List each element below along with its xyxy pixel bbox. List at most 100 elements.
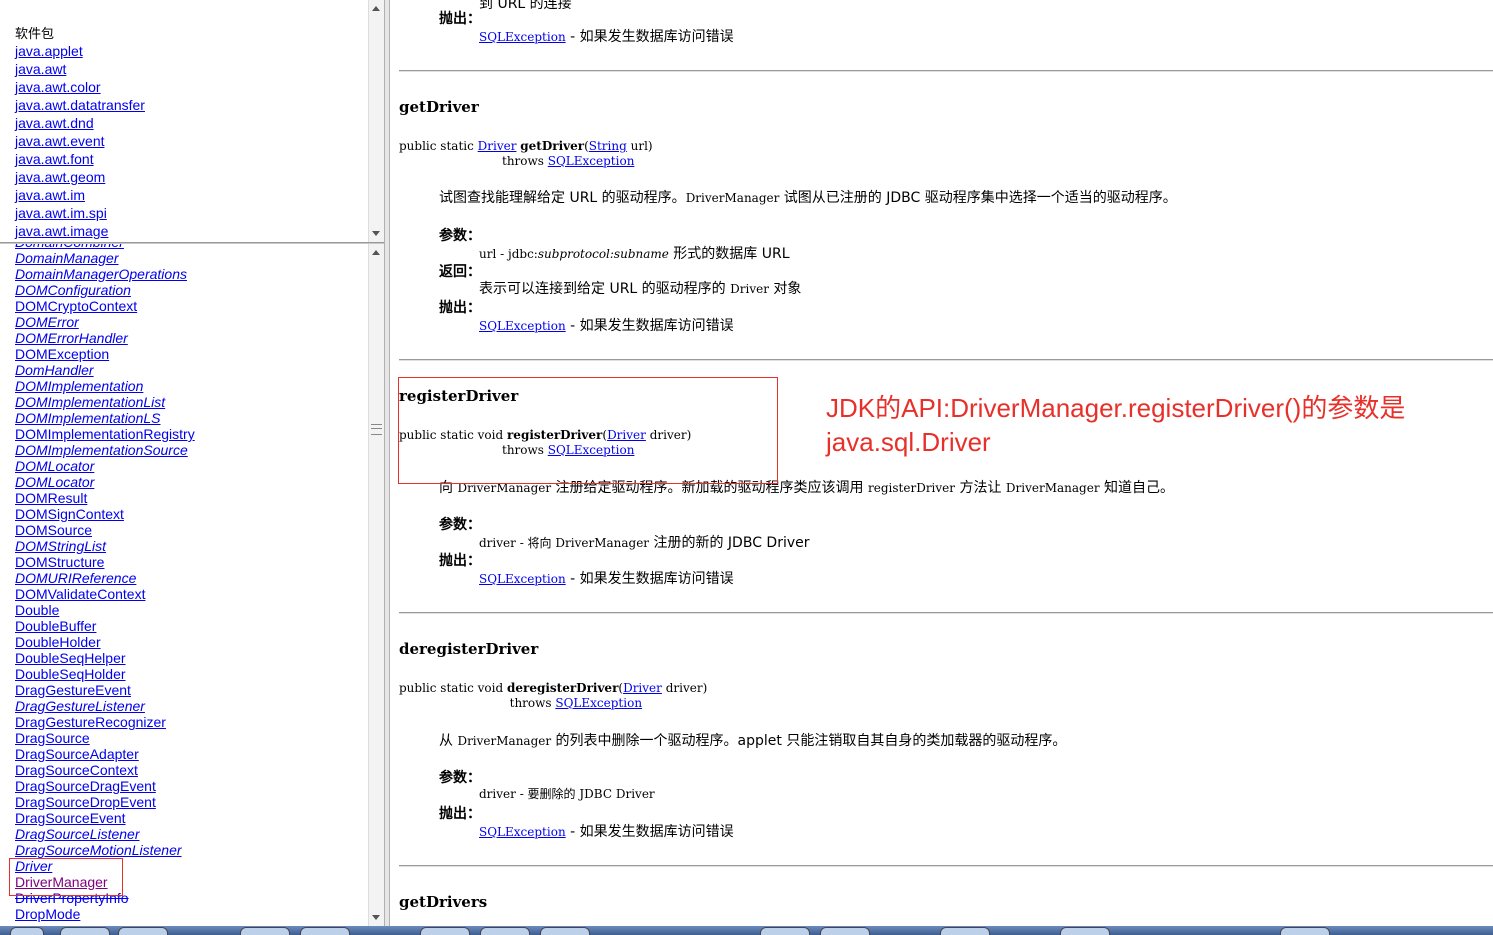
class-link[interactable]: DOMImplementationLS <box>15 410 161 426</box>
class-link[interactable]: DOMErrorHandler <box>15 330 128 346</box>
class-link[interactable]: DomainManager <box>15 250 119 266</box>
class-link[interactable]: DOMConfiguration <box>15 282 131 298</box>
package-link[interactable]: java.awt.geom <box>15 169 105 185</box>
class-link[interactable]: DragSourceListener <box>15 826 140 842</box>
taskbar-app[interactable] <box>118 927 168 935</box>
class-link[interactable]: DOMURIReference <box>15 570 136 586</box>
class-link[interactable]: DOMImplementationSource <box>15 442 188 458</box>
scroll-down-icon[interactable] <box>372 915 380 920</box>
class-link[interactable]: DOMImplementation <box>15 378 143 394</box>
class-link[interactable]: DoubleSeqHolder <box>15 666 126 682</box>
package-link[interactable]: java.awt.dnd <box>15 115 94 131</box>
method-description-getdriver: 试图查找能理解给定 URL 的驱动程序。DriverManager 试图从已注册… <box>439 190 1177 206</box>
class-link[interactable]: DragSourceDragEvent <box>15 778 156 794</box>
class-item: DragGestureRecognizer <box>15 714 195 730</box>
class-link[interactable]: DoubleSeqHelper <box>15 650 126 666</box>
package-link[interactable]: java.awt.datatransfer <box>15 97 145 113</box>
class-link[interactable]: DOMCryptoContext <box>15 298 137 314</box>
class-item: DOMResult <box>15 490 195 506</box>
start-button[interactable] <box>10 927 44 935</box>
taskbar-app[interactable] <box>420 927 470 935</box>
class-link[interactable]: DragGestureRecognizer <box>15 714 166 730</box>
class-link[interactable]: DOMLocator <box>15 458 94 474</box>
sqlexception-link[interactable]: SQLException <box>479 825 566 839</box>
class-link[interactable]: DragSourceContext <box>15 762 138 778</box>
class-item: DOMConfiguration <box>15 282 195 298</box>
package-frame-scrollbar[interactable] <box>368 0 384 242</box>
class-link[interactable]: DomainManagerOperations <box>15 266 187 282</box>
scroll-up-icon[interactable] <box>372 250 380 255</box>
taskbar-app[interactable] <box>760 927 810 935</box>
taskbar-app[interactable] <box>480 927 530 935</box>
driver-type-link[interactable]: Driver <box>478 139 517 153</box>
class-frame-scrollbar[interactable] <box>368 244 384 926</box>
sqlexception-link[interactable]: SQLException <box>548 154 635 168</box>
taskbar-app[interactable] <box>1280 927 1330 935</box>
package-link[interactable]: java.awt.color <box>15 79 101 95</box>
class-item: DOMImplementationSource <box>15 442 195 458</box>
class-link[interactable]: DoubleBuffer <box>15 618 96 634</box>
class-link[interactable]: DOMException <box>15 346 109 362</box>
section-divider <box>399 359 1493 361</box>
returns-label: 返回： <box>439 264 481 280</box>
class-link[interactable]: DropMode <box>15 906 80 922</box>
class-item: DragSourceDragEvent <box>15 778 195 794</box>
class-link[interactable]: DragSourceDropEvent <box>15 794 156 810</box>
package-link[interactable]: java.awt.font <box>15 151 94 167</box>
class-item: DragSourceContext <box>15 762 195 778</box>
throws-item: SQLException - 如果发生数据库访问错误 <box>479 318 734 334</box>
class-link[interactable]: DomHandler <box>15 362 94 378</box>
taskbar-app[interactable] <box>1060 927 1110 935</box>
taskbar-app[interactable] <box>940 927 990 935</box>
driver-type-link[interactable]: Driver <box>623 681 662 695</box>
scroll-up-icon[interactable] <box>372 6 380 11</box>
class-link[interactable]: DOMSource <box>15 522 92 538</box>
method-signature-getdriver: public static Driver getDriver(String ur… <box>399 139 653 168</box>
sqlexception-link[interactable]: SQLException <box>479 30 566 44</box>
class-link[interactable]: DOMError <box>15 314 79 330</box>
taskbar-app[interactable] <box>240 927 290 935</box>
param-item: url - jdbc:subprotocol:subname 形式的数据库 UR… <box>479 246 790 262</box>
taskbar-app[interactable] <box>820 927 870 935</box>
class-item: DomHandler <box>15 362 195 378</box>
package-link[interactable]: java.awt.im <box>15 187 85 203</box>
package-item: java.awt.font <box>15 150 145 168</box>
taskbar-app[interactable] <box>300 927 350 935</box>
class-link[interactable]: Double <box>15 602 59 618</box>
class-item: DragSource <box>15 730 195 746</box>
section-divider <box>399 70 1493 72</box>
highlight-box-drivermanager <box>9 858 123 896</box>
class-link[interactable]: DragGestureListener <box>15 698 145 714</box>
class-link[interactable]: DOMStructure <box>15 554 104 570</box>
class-link[interactable]: DragSource <box>15 730 90 746</box>
annotation-note: JDK的API:DriverManager.registerDriver()的参… <box>826 391 1405 459</box>
class-link[interactable]: DOMLocator <box>15 474 94 490</box>
string-type-link[interactable]: String <box>589 139 627 153</box>
method-signature-deregisterdriver: public static void deregisterDriver(Driv… <box>399 681 708 710</box>
sqlexception-link[interactable]: SQLException <box>555 696 642 710</box>
package-link[interactable]: java.awt <box>15 61 66 77</box>
class-item: DragGestureEvent <box>15 682 195 698</box>
scroll-down-icon[interactable] <box>372 231 380 236</box>
taskbar-app[interactable] <box>540 927 590 935</box>
class-link[interactable]: DOMSignContext <box>15 506 124 522</box>
class-item: DOMStructure <box>15 554 195 570</box>
class-link[interactable]: DOMResult <box>15 490 87 506</box>
package-link[interactable]: java.awt.im.spi <box>15 205 107 221</box>
class-link[interactable]: DragGestureEvent <box>15 682 131 698</box>
class-link[interactable]: DOMStringList <box>15 538 106 554</box>
taskbar-app[interactable] <box>60 927 110 935</box>
package-link[interactable]: java.awt.event <box>15 133 105 149</box>
sqlexception-link[interactable]: SQLException <box>479 319 566 333</box>
class-link[interactable]: DOMImplementationList <box>15 394 165 410</box>
sqlexception-link[interactable]: SQLException <box>479 572 566 586</box>
class-link[interactable]: DragSourceAdapter <box>15 746 139 762</box>
class-link[interactable]: DragSourceMotionListener <box>15 842 182 858</box>
class-link[interactable]: DragSourceEvent <box>15 810 126 826</box>
scroll-thumb-grip-icon[interactable] <box>371 424 382 435</box>
package-link[interactable]: java.awt.image <box>15 223 108 239</box>
package-link[interactable]: java.applet <box>15 43 83 59</box>
class-link[interactable]: DOMValidateContext <box>15 586 145 602</box>
class-link[interactable]: DoubleHolder <box>15 634 101 650</box>
class-link[interactable]: DOMImplementationRegistry <box>15 426 195 442</box>
